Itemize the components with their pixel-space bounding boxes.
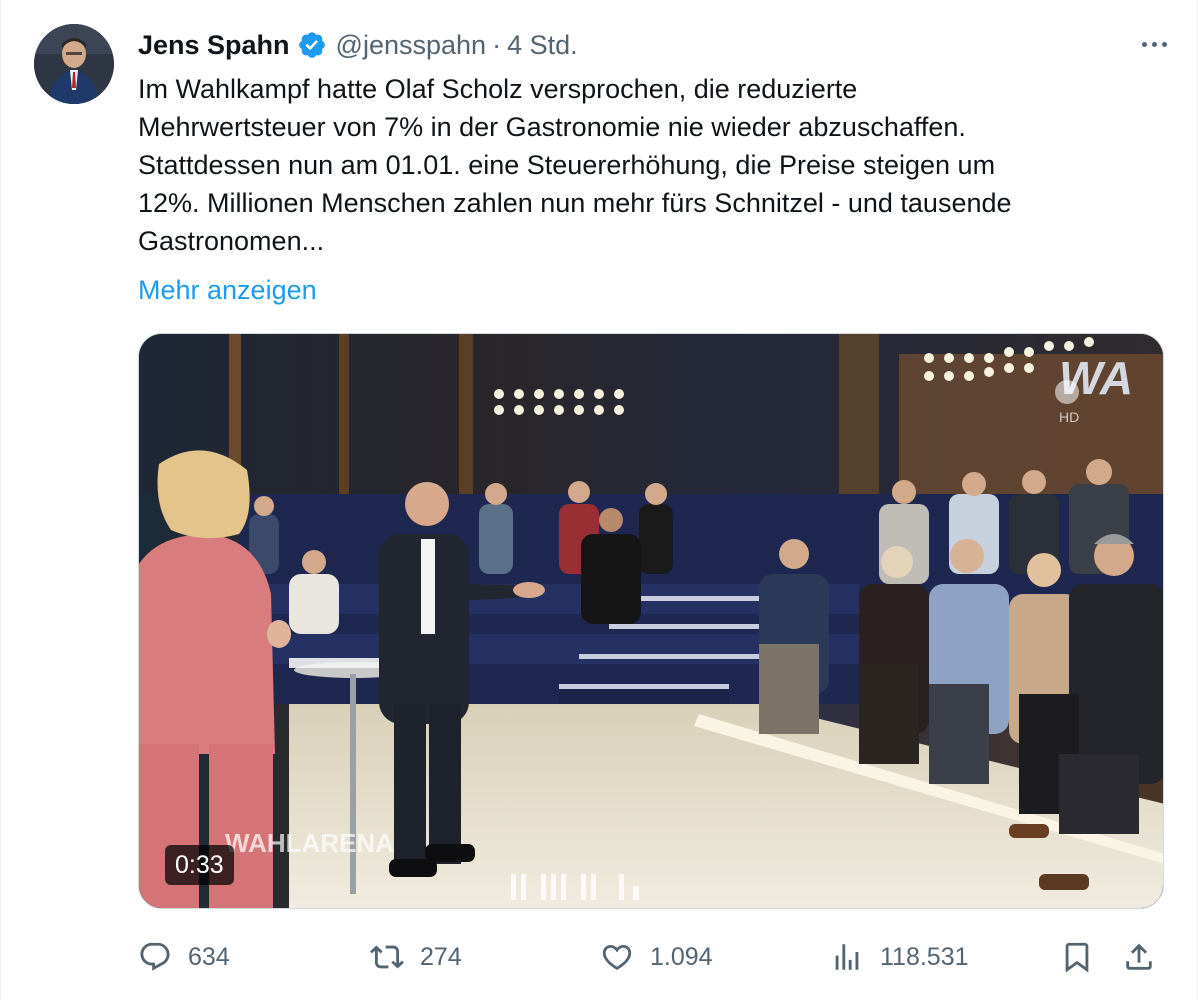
reply-count: 634 xyxy=(188,942,230,971)
views-count: 118.531 xyxy=(880,942,969,971)
tweet-text-line: Gastronomen... xyxy=(138,226,325,256)
like-button[interactable]: 1.094 xyxy=(600,936,713,978)
reply-button[interactable]: 634 xyxy=(138,936,230,978)
repost-button[interactable]: 274 xyxy=(370,936,462,978)
bookmark-button[interactable] xyxy=(1060,936,1094,978)
bookmark-icon xyxy=(1065,942,1089,973)
heart-icon xyxy=(602,944,632,970)
tweet-text-line: 12%. Millionen Menschen zahlen nun mehr … xyxy=(138,188,1012,218)
author-handle[interactable]: @jensspahn xyxy=(336,30,487,61)
author-name[interactable]: Jens Spahn xyxy=(138,30,290,61)
action-bar: 634 274 1.094 118.531 xyxy=(138,936,1164,978)
video-frame: WA HD WAHLARENA xyxy=(139,334,1163,908)
video-player[interactable]: WA HD WAHLARENA 0:33 xyxy=(138,333,1164,909)
show-more-link[interactable]: Mehr anzeigen xyxy=(138,271,317,309)
tweet-text-line: Im Wahlkampf hatte Olaf Scholz versproch… xyxy=(138,74,858,104)
verified-badge-icon xyxy=(297,30,327,60)
tweet-text-line: Mehrwertsteuer von 7% in der Gastronomie… xyxy=(138,112,966,142)
avatar[interactable] xyxy=(34,24,114,104)
left-border xyxy=(0,0,1,1000)
views-button[interactable]: 118.531 xyxy=(830,936,969,978)
share-icon xyxy=(1126,943,1152,970)
repost-icon xyxy=(370,945,404,969)
like-count: 1.094 xyxy=(650,942,713,971)
tweet-text-line: Stattdessen nun am 01.01. eine Steuererh… xyxy=(138,150,996,180)
repost-count: 274 xyxy=(420,942,462,971)
tweet-header: Jens Spahn @jensspahn · 4 Std. xyxy=(138,28,578,62)
reply-icon xyxy=(140,942,170,971)
channel-label: HD xyxy=(1059,409,1079,425)
video-duration: 0:33 xyxy=(165,845,234,885)
overlay-brand: WAHLARENA xyxy=(225,828,394,858)
more-options-icon[interactable] xyxy=(1136,32,1172,56)
views-icon xyxy=(835,944,859,970)
post-time[interactable]: 4 Std. xyxy=(507,30,578,61)
share-button[interactable] xyxy=(1122,936,1156,978)
header-separator: · xyxy=(492,29,502,60)
tweet-text: Im Wahlkampf hatte Olaf Scholz versproch… xyxy=(138,70,1148,260)
